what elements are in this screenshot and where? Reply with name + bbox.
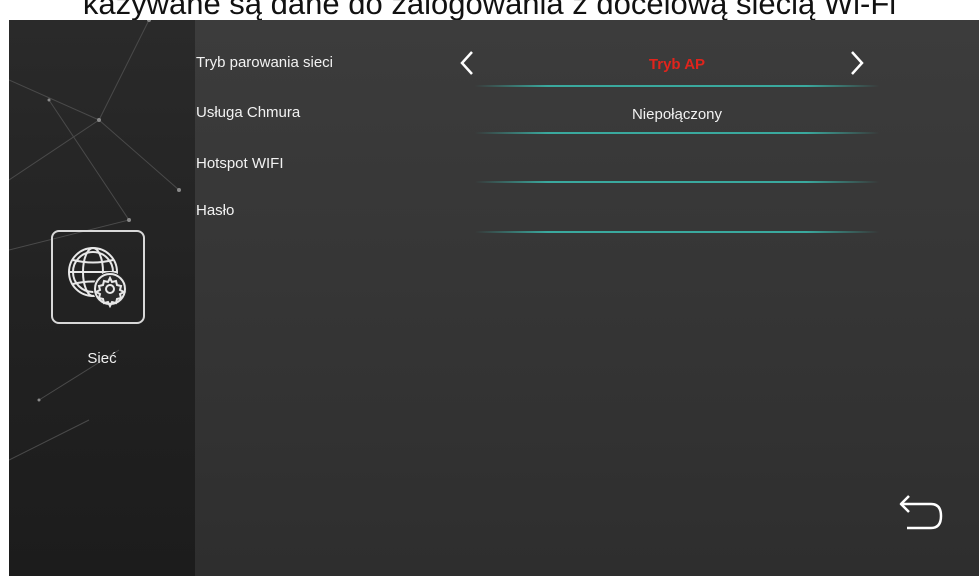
row-label-cloud-service: Usługa Chmura — [196, 104, 301, 121]
row-underline — [475, 231, 879, 233]
page-caption: kazywane są dane do zalogowania z docelo… — [82, 0, 897, 21]
back-button[interactable] — [891, 490, 951, 540]
row-label-password: Hasło — [196, 202, 235, 219]
row-label-network-mode: Tryb parowania sieci — [196, 54, 333, 71]
network-settings-icon — [68, 247, 127, 309]
network-mode-value: Tryb AP — [648, 56, 706, 73]
chevron-right-icon[interactable] — [846, 48, 868, 78]
device-screen: Sieć Tryb parowania sieci Tryb AP Usługa… — [9, 20, 979, 576]
row-label-wifi-hotspot: Hotspot WIFI — [196, 155, 284, 172]
row-underline — [475, 132, 879, 134]
sidebar-label: Sieć — [87, 350, 117, 367]
network-settings-tile[interactable] — [51, 230, 145, 324]
sidebar: Sieć — [9, 20, 195, 576]
row-underline — [475, 85, 879, 87]
return-arrow-icon — [899, 495, 943, 530]
cloud-service-value: Niepołączony — [631, 106, 723, 123]
row-underline — [475, 181, 879, 183]
